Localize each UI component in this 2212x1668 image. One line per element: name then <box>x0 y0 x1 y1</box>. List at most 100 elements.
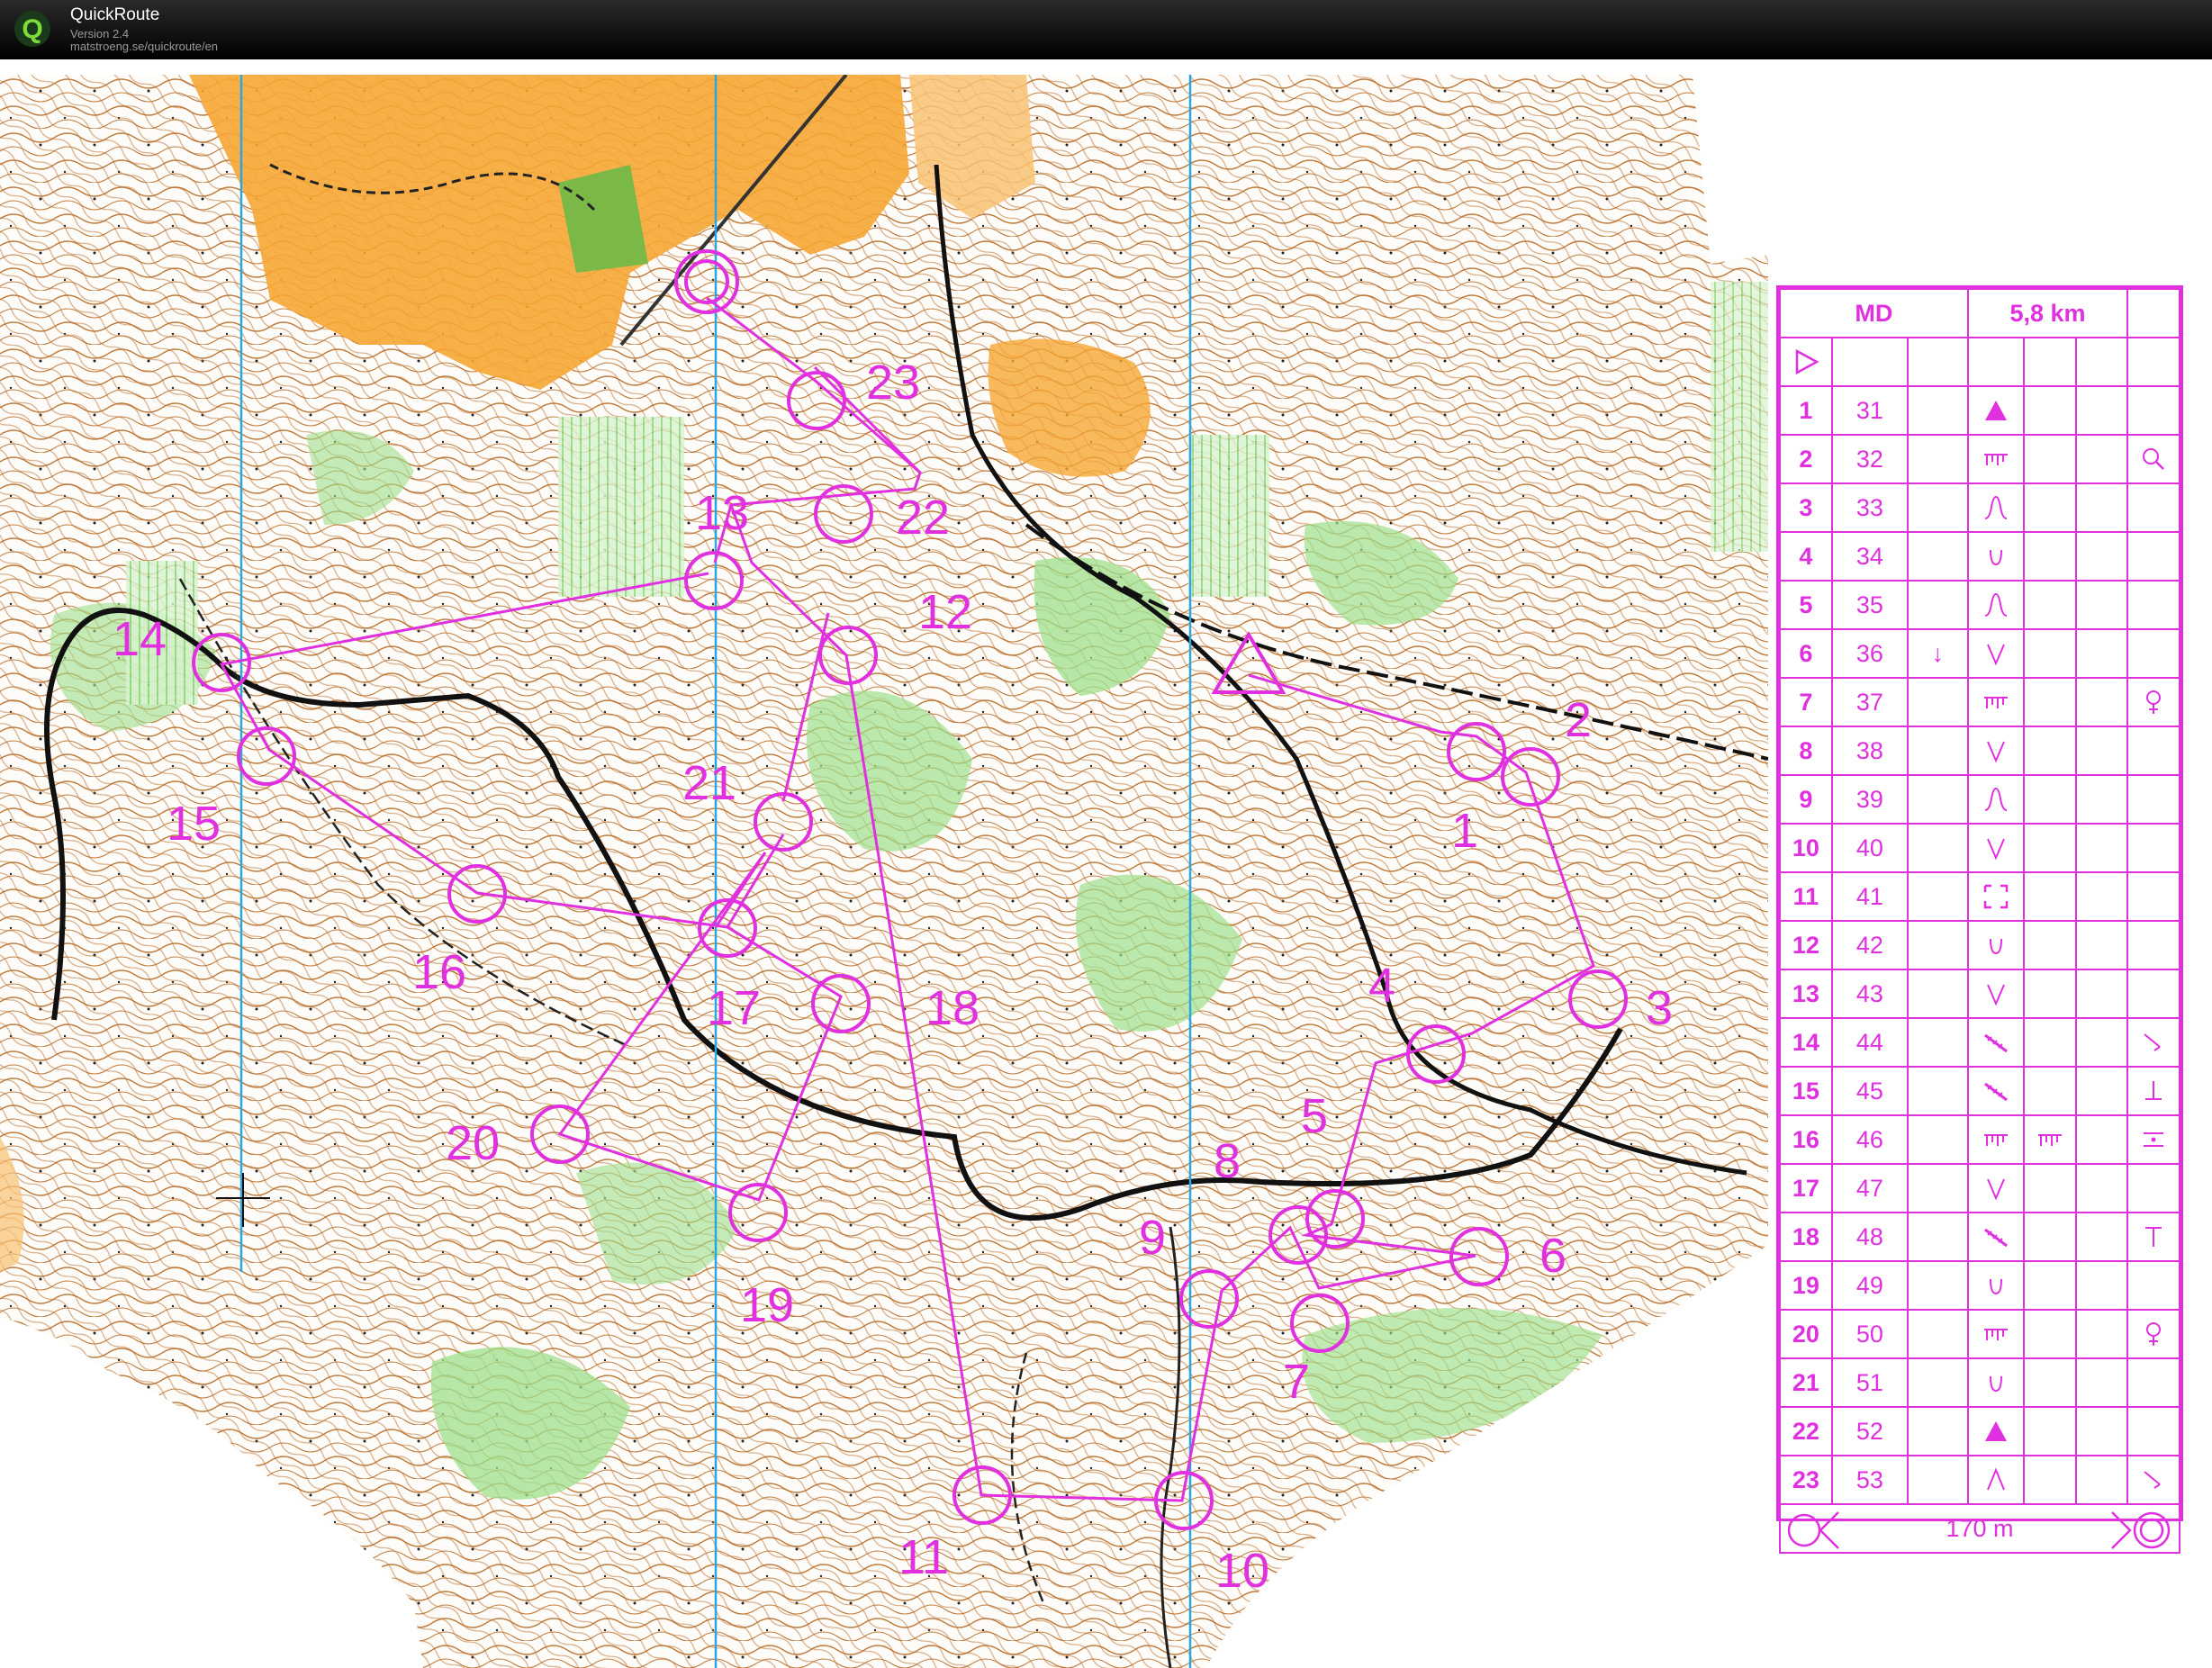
svg-text:3: 3 <box>1646 981 1673 1035</box>
finish-double-circle-icon <box>2111 1511 2171 1549</box>
control-number: 19 <box>1779 1260 1833 1311</box>
card-finish-row: 170 m <box>1779 1503 2180 1554</box>
quickroute-q-icon: Q <box>14 11 50 47</box>
depression-icon <box>1966 1260 2025 1311</box>
control-code: 40 <box>1830 823 1910 873</box>
control-direction <box>1907 1066 1969 1116</box>
card-course-length: 5,8 km <box>1966 288 2129 338</box>
control-number: 21 <box>1779 1357 1833 1408</box>
control-code: 49 <box>1830 1260 1910 1311</box>
control-direction <box>1907 871 1969 922</box>
control-number: 7 <box>1779 677 1833 727</box>
slope-bar-icon <box>1966 1212 2025 1262</box>
svg-text:14: 14 <box>113 612 167 666</box>
funnel-left-icon <box>1787 1511 1839 1549</box>
control-number: 9 <box>1779 774 1833 825</box>
triangle-icon <box>1966 1406 2025 1456</box>
card-control-row: 17 47 <box>1779 1163 2180 1213</box>
control-direction <box>1907 1212 1969 1262</box>
empty-cell <box>2126 823 2180 873</box>
ruined-wall-icon <box>1966 1309 2025 1359</box>
control-direction <box>1907 726 1969 776</box>
control-number: 18 <box>1779 1212 1833 1262</box>
control-direction <box>1907 385 1969 436</box>
control-direction <box>1907 1406 1969 1456</box>
top-icon <box>2126 1212 2180 1262</box>
card-control-row: 20 50 <box>1779 1309 2180 1359</box>
finish-distance: 170 m <box>1946 1514 2014 1542</box>
control-code: 48 <box>1830 1212 1910 1262</box>
card-control-row: 12 42 <box>1779 920 2180 970</box>
card-control-row: 2 32 <box>1779 434 2180 484</box>
card-control-row: 13 43 <box>1779 969 2180 1019</box>
control-code: 36 <box>1830 628 1910 679</box>
control-number: 20 <box>1779 1309 1833 1359</box>
depression-icon <box>1966 531 2025 582</box>
dashed-square-icon <box>1966 871 2025 922</box>
control-number: 16 <box>1779 1114 1833 1165</box>
control-code: 33 <box>1830 482 1910 533</box>
control-code: 34 <box>1830 531 1910 582</box>
control-number: 23 <box>1779 1455 1833 1505</box>
control-number: 15 <box>1779 1066 1833 1116</box>
control-direction <box>1907 1114 1969 1165</box>
empty-cell <box>2126 628 2180 679</box>
control-code: 37 <box>1830 677 1910 727</box>
card-control-row: 5 35 <box>1779 580 2180 630</box>
depression-icon <box>1966 920 2025 970</box>
orienteering-map[interactable]: 1 2 3 4 5 6 7 8 9 10 11 12 13 14 15 16 1… <box>0 75 1768 1668</box>
svg-text:13: 13 <box>695 486 749 540</box>
card-control-row: 6 36 ↓ <box>1779 628 2180 679</box>
control-direction <box>1907 1260 1969 1311</box>
control-number: 1 <box>1779 385 1833 436</box>
control-direction <box>1907 482 1969 533</box>
app-url: matstroeng.se/quickroute/en <box>70 40 219 53</box>
card-control-row: 8 38 <box>1779 726 2180 776</box>
re-entrant-icon <box>1966 628 2025 679</box>
ruined-wall-icon <box>1966 677 2025 727</box>
svg-text:8: 8 <box>1214 1134 1241 1188</box>
peak-icon <box>1966 1455 2025 1505</box>
depression-icon <box>1966 1357 2025 1408</box>
re-entrant-icon <box>1966 1163 2025 1213</box>
card-control-row: 16 46 <box>1779 1114 2180 1165</box>
svg-text:20: 20 <box>446 1116 500 1170</box>
control-direction <box>1907 1309 1969 1359</box>
control-number: 5 <box>1779 580 1833 630</box>
svg-text:2: 2 <box>1565 693 1592 747</box>
control-number: 3 <box>1779 482 1833 533</box>
svg-text:6: 6 <box>1539 1229 1566 1283</box>
card-control-row: 7 37 <box>1779 677 2180 727</box>
map-canvas: 1 2 3 4 5 6 7 8 9 10 11 12 13 14 15 16 1… <box>0 75 1768 1668</box>
svg-text:5: 5 <box>1301 1089 1328 1143</box>
control-code: 46 <box>1830 1114 1910 1165</box>
control-number: 10 <box>1779 823 1833 873</box>
card-control-row: 4 34 <box>1779 531 2180 582</box>
card-control-row: 1 31 <box>1779 385 2180 436</box>
between-icon <box>2126 1114 2180 1165</box>
card-control-row: 22 52 <box>1779 1406 2180 1456</box>
control-direction <box>1907 1357 1969 1408</box>
control-direction <box>1907 920 1969 970</box>
re-entrant-icon <box>1966 823 2025 873</box>
empty-cell <box>2126 871 2180 922</box>
svg-text:12: 12 <box>918 585 972 639</box>
card-control-row: 19 49 <box>1779 1260 2180 1311</box>
empty-cell <box>2126 385 2180 436</box>
spur-icon <box>1966 774 2025 825</box>
app-title-bar: Q QuickRoute Version 2.4 matstroeng.se/q… <box>0 0 2212 59</box>
empty-cell <box>2126 531 2180 582</box>
female-sign-icon <box>2126 1309 2180 1359</box>
control-direction <box>1907 677 1969 727</box>
svg-text:16: 16 <box>412 945 466 999</box>
card-control-row: 3 33 <box>1779 482 2180 533</box>
control-code: 38 <box>1830 726 1910 776</box>
control-number: 4 <box>1779 531 1833 582</box>
foot-icon <box>2126 1066 2180 1116</box>
svg-text:9: 9 <box>1139 1211 1166 1265</box>
spur-icon <box>1966 580 2025 630</box>
triangle-icon <box>1966 385 2025 436</box>
control-code: 43 <box>1830 969 1910 1019</box>
start-triangle-icon <box>1779 337 1833 387</box>
control-number: 13 <box>1779 969 1833 1019</box>
